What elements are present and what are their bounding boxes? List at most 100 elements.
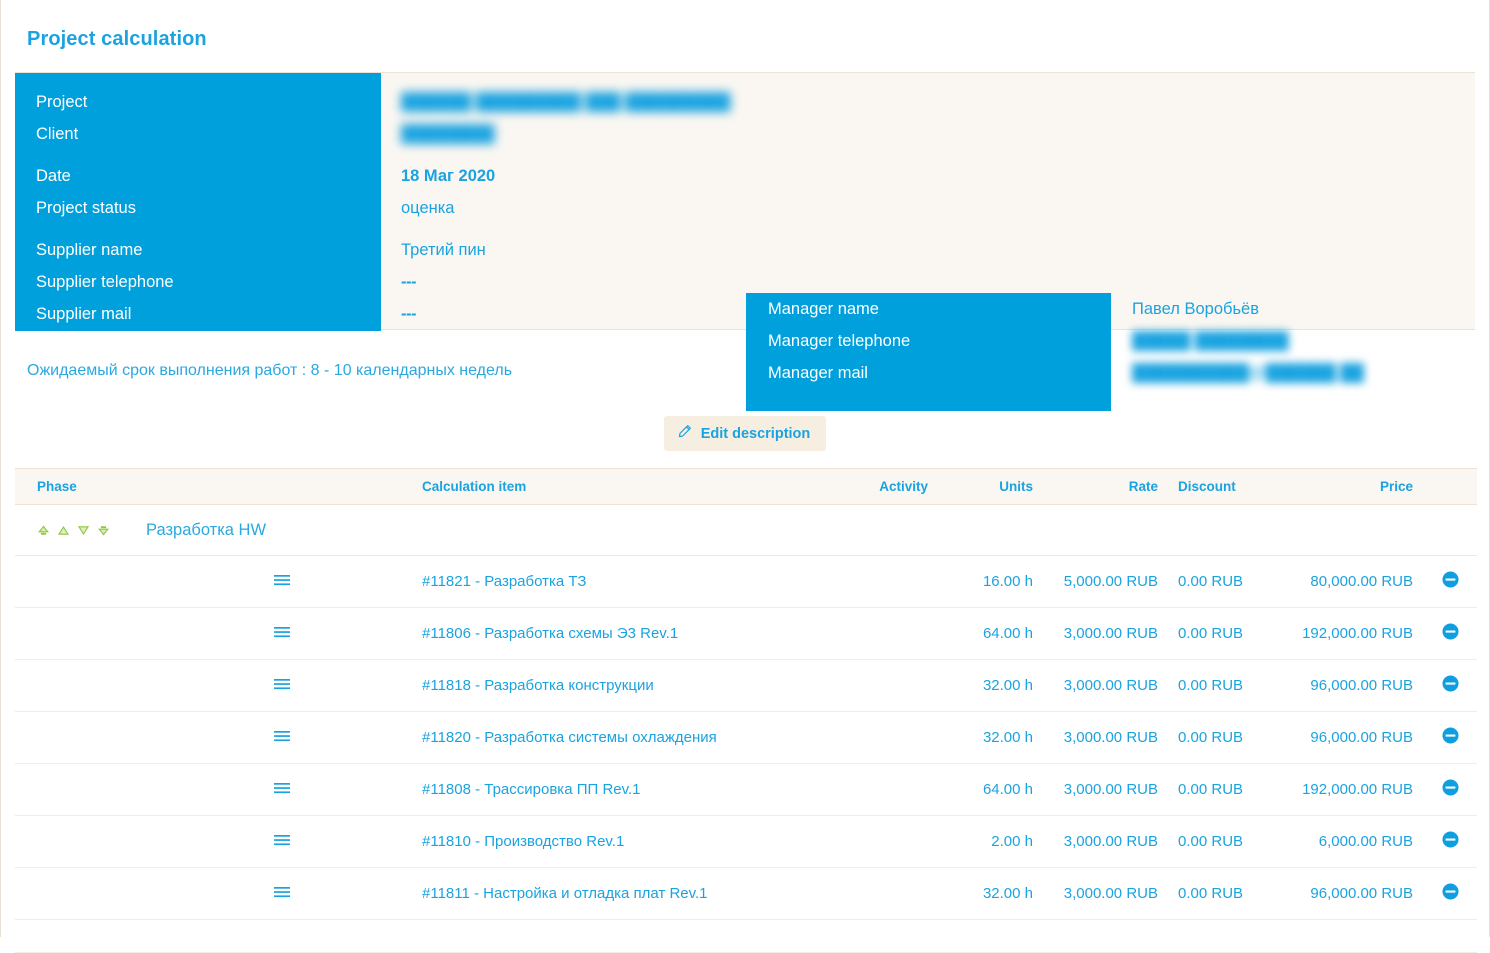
row-delete-cell[interactable] <box>1423 607 1477 660</box>
label-project: Project <box>36 93 88 111</box>
value-supplier-mail: --- <box>401 305 416 323</box>
drag-handle-icon[interactable] <box>273 781 291 799</box>
drag-handle-icon[interactable] <box>273 573 291 591</box>
row-rate-cell: 3,000.00 RUB <box>1043 659 1168 712</box>
row-discount-cell: 0.00 RUB <box>1168 815 1283 868</box>
table-row-partial <box>15 919 1477 953</box>
row-item-cell[interactable]: #11820 - Разработка системы охлаждения <box>410 711 830 764</box>
drag-handle-icon[interactable] <box>273 729 291 747</box>
label-manager-mail: Manager mail <box>768 364 868 382</box>
row-rate-cell: 3,000.00 RUB <box>1043 815 1168 868</box>
table-row: #11821 - Разработка ТЗ 16.00 h 5,000.00 … <box>15 555 1477 608</box>
row-delete-cell[interactable] <box>1423 867 1477 920</box>
label-manager-name: Manager name <box>768 300 879 318</box>
row-price-cell: 6,000.00 RUB <box>1283 815 1423 868</box>
calculation-item-link[interactable]: #11818 - Разработка конструкции <box>422 677 654 694</box>
remove-circle-icon[interactable] <box>1441 831 1459 852</box>
column-header-blank <box>245 468 410 505</box>
row-drag-handle-cell[interactable] <box>245 607 410 660</box>
column-header-actions <box>1423 468 1477 505</box>
row-drag-handle-cell[interactable] <box>245 555 410 608</box>
move-up-icon[interactable] <box>57 524 70 537</box>
edit-description-label: Edit description <box>700 425 811 442</box>
row-rate-cell: 3,000.00 RUB <box>1043 711 1168 764</box>
row-delete-cell[interactable] <box>1423 659 1477 712</box>
row-drag-handle-cell[interactable] <box>245 659 410 712</box>
remove-circle-icon[interactable] <box>1441 779 1459 800</box>
edit-description-button[interactable]: Edit description <box>663 416 827 451</box>
row-drag-handle-cell[interactable] <box>245 815 410 868</box>
row-discount-cell: 0.00 RUB <box>1168 763 1283 816</box>
calculation-item-link[interactable]: #11806 - Разработка схемы Э3 Rev.1 <box>422 625 678 642</box>
table-row: #11810 - Производство Rev.1 2.00 h 3,000… <box>15 815 1477 868</box>
row-price-cell: 192,000.00 RUB <box>1283 763 1423 816</box>
drag-handle-icon[interactable] <box>273 677 291 695</box>
phase-name: Разработка HW <box>146 520 267 539</box>
remove-circle-icon[interactable] <box>1441 883 1459 904</box>
row-delete-cell[interactable] <box>1423 711 1477 764</box>
row-activity-cell <box>830 711 938 764</box>
table-body: Разработка HW #11821 - Разработка ТЗ 16.… <box>15 504 1477 953</box>
row-rate-cell: 3,000.00 RUB <box>1043 763 1168 816</box>
calculation-item-link[interactable]: #11811 - Настройка и отладка плат Rev.1 <box>422 885 708 902</box>
drag-handle-icon[interactable] <box>273 833 291 851</box>
move-down-icon[interactable] <box>77 524 90 537</box>
row-units-cell: 64.00 h <box>938 763 1043 816</box>
table-header: Phase Calculation item Activity Units Ra… <box>15 468 1477 505</box>
remove-circle-icon[interactable] <box>1441 623 1459 644</box>
calculation-item-link[interactable]: #11810 - Производство Rev.1 <box>422 833 624 850</box>
move-to-bottom-icon[interactable] <box>97 524 110 537</box>
row-drag-handle-cell[interactable] <box>245 763 410 816</box>
project-info-panel: Project Client Date Project status Suppl… <box>15 72 1475 411</box>
row-activity-cell <box>830 867 938 920</box>
row-delete-cell[interactable] <box>1423 763 1477 816</box>
row-rate-cell: 3,000.00 RUB <box>1043 607 1168 660</box>
row-item-cell[interactable]: #11811 - Настройка и отладка плат Rev.1 <box>410 867 830 920</box>
label-client: Client <box>36 125 79 143</box>
column-header-calculation-item: Calculation item <box>410 468 830 505</box>
row-phase-cell <box>15 555 245 608</box>
row-phase-cell <box>15 659 245 712</box>
row-item-cell[interactable]: #11818 - Разработка конструкции <box>410 659 830 712</box>
remove-circle-icon[interactable] <box>1441 675 1459 696</box>
value-supplier-telephone: --- <box>401 273 416 291</box>
row-item-cell[interactable]: #11810 - Производство Rev.1 <box>410 815 830 868</box>
row-activity-cell <box>830 607 938 660</box>
label-manager-telephone: Manager telephone <box>768 332 911 350</box>
calculation-table: Phase Calculation item Activity Units Ra… <box>15 468 1477 953</box>
info-labels-column: Project Client Date Project status Suppl… <box>15 73 381 331</box>
label-supplier-telephone: Supplier telephone <box>36 273 174 291</box>
row-delete-cell[interactable] <box>1423 555 1477 608</box>
row-item-cell[interactable]: #11821 - Разработка ТЗ <box>410 555 830 608</box>
table-row: #11820 - Разработка системы охлаждения 3… <box>15 711 1477 764</box>
row-delete-cell[interactable] <box>1423 815 1477 868</box>
remove-circle-icon[interactable] <box>1441 571 1459 592</box>
value-date: 18 Маг 2020 <box>401 167 496 185</box>
table-row: #11806 - Разработка схемы Э3 Rev.1 64.00… <box>15 607 1477 660</box>
move-to-top-icon[interactable] <box>37 524 50 537</box>
remove-circle-icon[interactable] <box>1441 727 1459 748</box>
row-discount-cell: 0.00 RUB <box>1168 555 1283 608</box>
value-manager-telephone: █████ ████████ <box>1132 332 1289 350</box>
row-discount-cell: 0.00 RUB <box>1168 711 1283 764</box>
label-project-status: Project status <box>36 199 136 217</box>
row-drag-handle-cell[interactable] <box>245 711 410 764</box>
value-project-status: оценка <box>401 199 455 217</box>
row-item-cell[interactable]: #11806 - Разработка схемы Э3 Rev.1 <box>410 607 830 660</box>
row-rate-cell: 5,000.00 RUB <box>1043 555 1168 608</box>
row-phase-cell <box>15 711 245 764</box>
manager-values-column: Павел Воробьёв █████ ████████ ██████████… <box>1132 293 1482 389</box>
calculation-item-link[interactable]: #11808 - Трассировка ПП Rev.1 <box>422 781 641 798</box>
calculation-item-link[interactable]: #11821 - Разработка ТЗ <box>422 573 586 590</box>
row-units-cell: 16.00 h <box>938 555 1043 608</box>
row-discount-cell: 0.00 RUB <box>1168 659 1283 712</box>
pencil-icon <box>677 424 692 443</box>
label-supplier-name: Supplier name <box>36 241 143 259</box>
column-header-rate: Rate <box>1043 468 1168 505</box>
row-drag-handle-cell[interactable] <box>245 867 410 920</box>
calculation-item-link[interactable]: #11820 - Разработка системы охлаждения <box>422 729 717 746</box>
row-item-cell[interactable]: #11808 - Трассировка ПП Rev.1 <box>410 763 830 816</box>
manager-labels-column: Manager name Manager telephone Manager m… <box>746 293 1111 411</box>
drag-handle-icon[interactable] <box>273 885 291 903</box>
drag-handle-icon[interactable] <box>273 625 291 643</box>
